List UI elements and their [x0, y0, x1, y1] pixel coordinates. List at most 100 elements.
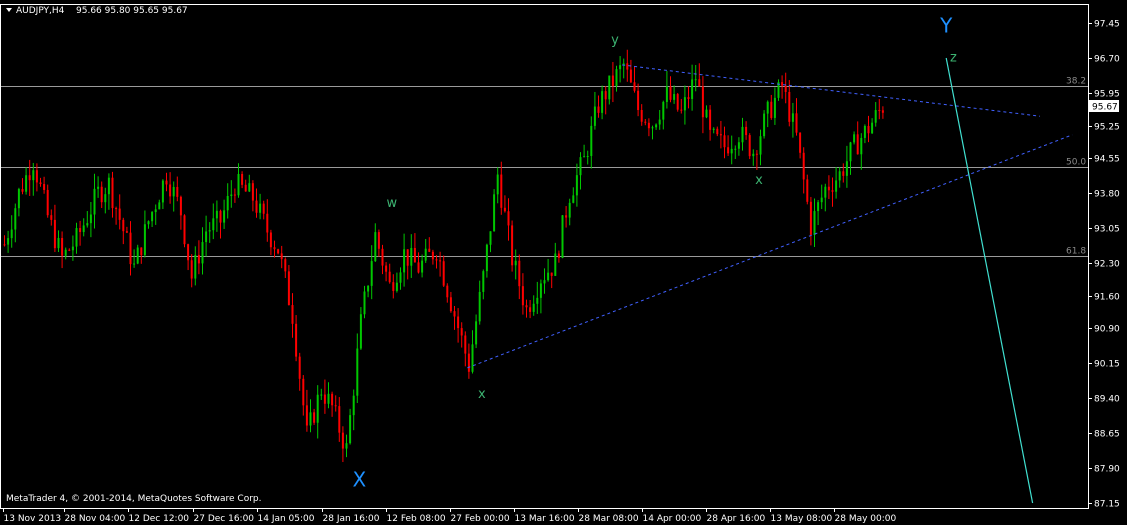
- candle-body: [791, 113, 794, 122]
- candle-body: [565, 215, 568, 218]
- candle-body: [363, 291, 366, 315]
- candle-body: [507, 211, 510, 226]
- candle-body: [323, 394, 326, 404]
- candle-body: [3, 244, 6, 246]
- candle-body: [644, 121, 647, 123]
- candle-body: [629, 69, 632, 83]
- candle-body: [32, 170, 35, 181]
- candle-body: [259, 203, 262, 213]
- candle-body: [399, 272, 402, 283]
- candle-body: [489, 231, 492, 245]
- y-tick-label: 89.40: [1094, 395, 1120, 405]
- candle-body: [421, 260, 424, 273]
- candle-body: [802, 152, 805, 180]
- candle-body: [305, 405, 308, 426]
- candle-body: [719, 134, 722, 136]
- candle-body: [431, 251, 434, 260]
- candle-body: [604, 91, 607, 100]
- candle-body: [716, 128, 719, 135]
- candle-body: [179, 196, 182, 216]
- candle-body: [561, 215, 564, 258]
- candle-body: [223, 210, 226, 223]
- candle-body: [104, 194, 107, 203]
- candle-body: [316, 394, 319, 423]
- candle-body: [359, 314, 362, 349]
- x-tick-label: 12 Dec 12:00: [129, 514, 190, 524]
- candle-body: [39, 182, 42, 185]
- candle-body: [53, 219, 56, 249]
- candle-body: [500, 174, 503, 208]
- candle-body: [766, 101, 769, 114]
- candle-body: [61, 238, 64, 256]
- candle-body: [64, 249, 67, 256]
- symbol-timeframe: AUDJPY,H4: [16, 6, 65, 16]
- wave-label: z: [950, 51, 957, 66]
- x-tick-label: 13 Nov 2013: [4, 514, 62, 524]
- candle-body: [874, 110, 877, 123]
- candle-body: [140, 247, 143, 256]
- candle-body: [845, 161, 848, 176]
- candle-body: [215, 210, 218, 219]
- candle-body: [795, 113, 798, 133]
- candle-body: [849, 142, 852, 162]
- candle-body: [107, 177, 110, 195]
- wave-label: X: [353, 468, 367, 492]
- candle-body: [71, 246, 74, 251]
- candle-body: [853, 134, 856, 143]
- candle-body: [597, 106, 600, 113]
- y-tick-label: 88.65: [1094, 430, 1120, 440]
- candle-body: [464, 335, 467, 354]
- price-chart[interactable]: 38.2 50.0 61.8 Yz y w x x X 97.45 96.70 95.95 95.2…: [0, 0, 1127, 525]
- candle-body: [151, 212, 154, 222]
- candle-body: [302, 378, 305, 406]
- chart-header: AUDJPY,H4 95.66 95.80 95.65 95.67: [6, 6, 188, 16]
- x-tick-label: 28 Mar 08:00: [579, 514, 639, 524]
- candle-body: [176, 186, 179, 197]
- candle-body: [17, 189, 20, 209]
- candle-body: [226, 195, 229, 211]
- candle-body: [197, 254, 200, 264]
- candle-body: [392, 282, 395, 291]
- candle-body: [277, 249, 280, 254]
- candle-body: [28, 175, 31, 181]
- x-tick-label: 28 Jan 16:00: [323, 514, 380, 524]
- candle-body: [626, 63, 629, 70]
- candle-body: [687, 97, 690, 99]
- candle-body: [266, 213, 269, 233]
- x-tick-label: 27 Dec 16:00: [194, 514, 255, 524]
- candle-body: [827, 186, 830, 191]
- candle-body: [532, 303, 535, 312]
- candle-body: [698, 79, 701, 87]
- candle-body: [244, 184, 247, 192]
- candle-body: [122, 219, 125, 232]
- candle-body: [583, 156, 586, 158]
- candle-body: [586, 155, 589, 157]
- candle-body: [860, 137, 863, 155]
- candle-body: [172, 186, 175, 197]
- candle-body: [788, 91, 791, 122]
- candle-body: [165, 180, 168, 185]
- candle-body: [867, 125, 870, 134]
- candle-body: [842, 171, 845, 176]
- candle-body: [748, 135, 751, 157]
- candle-body: [413, 247, 416, 263]
- candle-body: [737, 142, 740, 149]
- candle-body: [709, 109, 712, 130]
- candle-body: [705, 109, 708, 118]
- candle-body: [856, 134, 859, 155]
- candle-body: [86, 223, 89, 226]
- candle-body: [352, 395, 355, 416]
- candle-body: [115, 208, 118, 210]
- candle-body: [547, 272, 550, 281]
- candle-body: [287, 271, 290, 306]
- candle-body: [669, 86, 672, 100]
- candle-body: [143, 224, 146, 256]
- candle-body: [809, 201, 812, 235]
- candle-body: [10, 229, 13, 239]
- candle-body: [57, 238, 60, 249]
- candle-body: [579, 157, 582, 176]
- candle-body: [338, 406, 341, 433]
- x-tick-label: 14 Apr 00:00: [643, 514, 702, 524]
- candle-body: [683, 97, 686, 111]
- candle-body: [136, 247, 139, 264]
